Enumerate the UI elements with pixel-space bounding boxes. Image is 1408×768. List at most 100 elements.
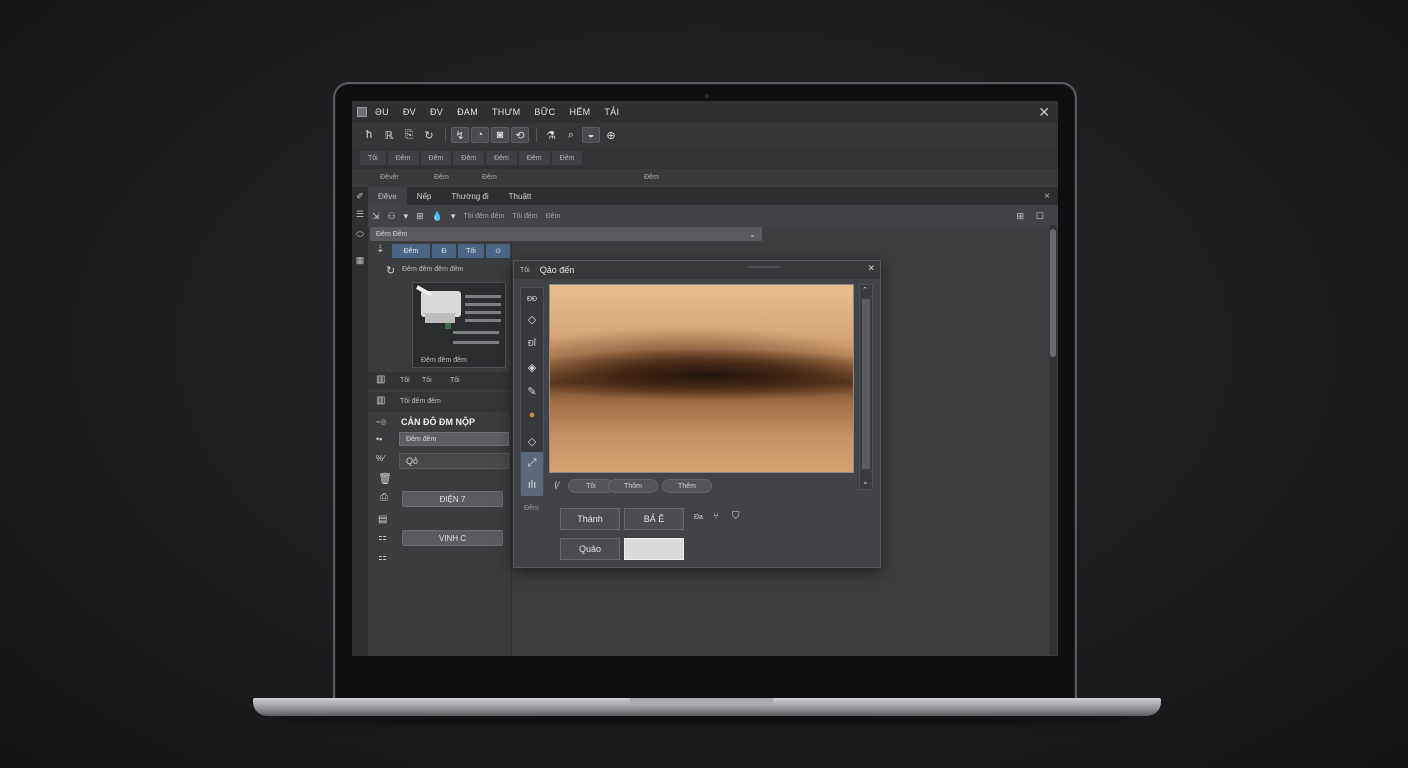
tool-icon[interactable]: ⟲ [511, 127, 529, 143]
close-icon[interactable]: ✕ [867, 263, 875, 274]
card-icon[interactable]: ▤ [378, 514, 387, 525]
strip-tab[interactable]: Đêm [420, 151, 452, 165]
eraser-icon[interactable]: ◇ [521, 308, 543, 330]
tool-label[interactable]: ĐĐ [521, 288, 543, 310]
dialog-scrollbar[interactable]: ⌃ ⌄ [859, 284, 873, 490]
chevron-down-icon[interactable]: ⌄ [862, 477, 869, 486]
strip-tab[interactable]: Đêm [387, 151, 419, 165]
back-icon[interactable]: ⟨⁄ [554, 480, 559, 491]
clipboard-icon[interactable]: ⎙ [380, 492, 388, 503]
tool-icon[interactable]: ◔ [471, 127, 489, 143]
shield-icon[interactable]: ⛉ [732, 511, 740, 522]
blob-icon[interactable]: ● [521, 404, 543, 426]
cancel-button[interactable]: Quảo [560, 538, 620, 560]
strip-tab[interactable]: Tôi [360, 151, 386, 165]
layer-row-label: Tôi đêm đêm [400, 398, 441, 405]
line-icon[interactable]: ⤢ [521, 452, 543, 474]
tool-icon[interactable]: ↯ [451, 127, 469, 143]
tool-label[interactable]: ĐĨ [521, 332, 543, 354]
lasso-icon[interactable]: ⚇ [388, 211, 396, 222]
menu-item[interactable]: ĐV [430, 107, 443, 117]
panel-tab[interactable]: Đ [432, 244, 456, 258]
blank-button[interactable] [624, 538, 684, 560]
image-preview[interactable] [549, 284, 854, 473]
document-tab[interactable]: Đêve [368, 187, 407, 205]
layer-thumbnail[interactable]: Đêm đêm đêm [412, 282, 506, 368]
document-close-icon[interactable]: × [1044, 191, 1050, 202]
trash-icon[interactable]: 🗑 [378, 472, 392, 485]
sub-strip-item: Đêvêr [380, 173, 399, 181]
menu-item[interactable]: THƯM [492, 107, 520, 117]
tool-icon[interactable]: ⌕ [562, 127, 580, 143]
chevron-down-icon[interactable]: ▾ [451, 211, 456, 222]
arrow-down-icon[interactable]: ⇣ [376, 244, 384, 255]
refresh-icon[interactable]: ↻ [386, 264, 395, 277]
dialog-titlebar[interactable]: Tôi Qảo đến ✕ [514, 261, 880, 279]
tool-icon[interactable]: ↻ [420, 127, 438, 143]
resize-icon[interactable]: ⇲ [372, 211, 380, 222]
menu-bar: ƏU ĐV ĐV ĐAM THƯM BỮC HẾM TẢI ✕ [352, 101, 1058, 123]
tool-icon[interactable]: ◙ [491, 127, 509, 143]
preview-button[interactable]: BẢ Ê [624, 508, 684, 530]
chevron-up-icon[interactable]: ⌃ [862, 286, 868, 294]
frame-icon[interactable]: ⊞ [416, 211, 424, 222]
move-icon[interactable]: ✐ [355, 191, 365, 202]
option-pill[interactable]: Thêm [662, 479, 712, 493]
grid-icon[interactable]: ⊞ [1016, 211, 1024, 222]
preset-dropdown[interactable]: Đêm Đêm ⌄ [370, 227, 762, 241]
tool-icon[interactable]: ⎘ [400, 127, 418, 143]
document-tab[interactable]: Thuậtt [499, 187, 542, 205]
reset-button[interactable]: VỊNH C [402, 530, 503, 546]
toolbar: ħ ℝ ⎘ ↻ ↯ ◔ ◙ ⟲ ⚗ ⌕ ◒ ⊕ [352, 123, 1058, 147]
levels-icon[interactable]: ılı [521, 474, 543, 496]
layer-row[interactable]: ▥ Tôi đêm đêm [368, 392, 512, 412]
menu-item[interactable]: BỮC [534, 107, 555, 117]
name-field[interactable]: Đêm đêm [399, 432, 509, 446]
value-field[interactable]: Qỏ [399, 453, 509, 469]
pen-icon[interactable]: ✎ [521, 380, 543, 402]
diamond-icon[interactable]: ◇ [521, 430, 543, 452]
panel-tab[interactable]: ⊙ [486, 244, 510, 258]
chevron-down-icon[interactable]: ▾ [404, 211, 409, 222]
document-tab[interactable]: Nếp [407, 187, 442, 205]
strip-tab[interactable]: Đêm [551, 151, 583, 165]
tool-icon[interactable]: ⊕ [602, 127, 620, 143]
list-icon[interactable]: ☰ [355, 209, 365, 220]
oval-icon[interactable]: ⬭ [355, 229, 365, 240]
menu-item[interactable]: ƏU [375, 107, 389, 117]
menu-item[interactable]: HẾM [569, 107, 590, 117]
menu-item[interactable]: TẢI [604, 107, 619, 117]
layer-row[interactable]: ▥ Tôi Tôi Tôi [368, 372, 512, 390]
document-tab[interactable]: Thường đi [441, 187, 498, 205]
menu-item[interactable]: ĐV [403, 107, 416, 117]
nodes-icon[interactable]: ⚏ [378, 532, 387, 543]
scrollbar-thumb[interactable] [1050, 229, 1056, 357]
apps-icon[interactable]: ⚏ [378, 552, 387, 563]
grid-icon[interactable]: ▦ [355, 255, 365, 266]
menu-item[interactable]: ĐAM [457, 107, 478, 117]
drag-handle[interactable] [748, 266, 780, 268]
droplet-icon[interactable]: 💧 [432, 211, 443, 222]
apply-button[interactable]: ĐIỆN 7 [402, 491, 503, 507]
tag-icon[interactable]: ⌁◎ [376, 418, 386, 426]
tool-icon[interactable]: ℝ [380, 127, 398, 143]
scrollbar-thumb[interactable] [862, 299, 870, 469]
option-pill[interactable]: Thôm [608, 479, 658, 493]
strip-tab[interactable]: Đêm [453, 151, 485, 165]
window-close-icon[interactable]: ✕ [1038, 104, 1050, 121]
branch-icon[interactable]: ⑂ [713, 511, 719, 522]
strip-tab[interactable]: Đêm [518, 151, 550, 165]
left-rail: ✐ ☰ ⬭ ▦ [352, 187, 368, 656]
tool-icon[interactable]: ⚗ [542, 127, 560, 143]
panel-tab[interactable]: Tôi [458, 244, 484, 258]
square-icon[interactable]: ☐ [1036, 211, 1044, 222]
vertical-scrollbar[interactable] [1050, 225, 1056, 655]
tool-icon[interactable]: ◒ [582, 127, 600, 143]
landscape-photo [550, 285, 853, 472]
tool-icon[interactable]: ħ [360, 127, 378, 143]
strip-tab[interactable]: Đêm [486, 151, 517, 165]
confirm-button[interactable]: Thánh [560, 508, 620, 530]
panel-tab[interactable]: Đêm [392, 244, 430, 258]
dropdown-value: Đêm Đêm [376, 230, 408, 238]
diamond-icon[interactable]: ◈ [521, 356, 543, 378]
